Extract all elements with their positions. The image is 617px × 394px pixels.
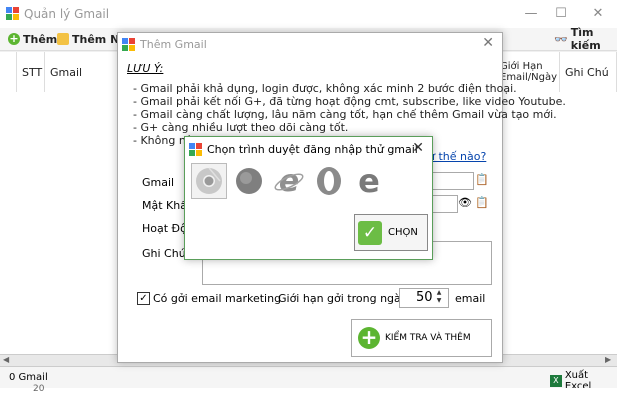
note-line-3: - Gmail càng chất lượng, lâu năm càng tố…	[133, 108, 557, 121]
note-line-4: - G+ càng nhiều lượt theo dõi càng tốt.	[133, 121, 349, 134]
check-and-add-button[interactable]: + KIỂM TRA VÀ THÊM	[351, 319, 492, 357]
edge-icon: e	[274, 164, 304, 199]
dialog-title: Thêm Gmail	[140, 38, 207, 51]
gmail-count: 0 Gmail	[9, 372, 48, 383]
scroll-left-icon[interactable]: ◀	[3, 355, 9, 364]
row-hint: 20	[33, 384, 45, 394]
app-logo-icon	[6, 7, 19, 20]
column-header-stt[interactable]: STT	[17, 52, 45, 92]
column-header-note[interactable]: Ghi Chú	[560, 52, 617, 92]
window-title: Quản lý Gmail	[24, 7, 110, 21]
bottom-strip: 20	[0, 384, 617, 394]
chrome-icon	[196, 167, 222, 194]
checkmark-icon: ✓	[358, 220, 382, 245]
opera-icon	[317, 167, 341, 195]
note-heading: LƯU Ý:	[127, 62, 164, 75]
note-line-2: - Gmail phải kết nối G+, đã từng hoạt độ…	[133, 95, 566, 108]
dialog-close-icon[interactable]: ✕	[482, 35, 494, 51]
dialog-logo-icon	[122, 38, 135, 51]
daily-limit-label: Giới hạn gởi trong ngày	[278, 292, 408, 305]
daily-limit-unit: email	[455, 292, 486, 305]
svg-text:e: e	[358, 165, 380, 197]
plus-icon: +	[8, 32, 20, 45]
paste-password-icon[interactable]: 📋	[475, 196, 489, 209]
gmail-label: Gmail	[142, 176, 175, 189]
firefox-icon	[236, 168, 262, 194]
check-and-add-label: KIỂM TRA VÀ THÊM	[385, 333, 471, 343]
browser-option-opera[interactable]	[313, 165, 345, 197]
choose-button-label: CHỌN	[388, 227, 418, 238]
search-button[interactable]: 👓 Tìm kiếm	[554, 26, 617, 52]
browser-option-edge[interactable]: e	[273, 164, 305, 199]
plus-circle-icon: +	[358, 327, 380, 349]
add-button[interactable]: + Thêm	[8, 31, 57, 47]
browser-chooser-dialog: Chọn trình duyệt đăng nhập thử gmail ✕ e…	[184, 136, 433, 260]
close-button[interactable]: ✕	[583, 4, 613, 24]
main-titlebar: Quản lý Gmail — ☐ ✕	[0, 0, 617, 29]
paste-icon[interactable]: 📋	[475, 173, 489, 186]
status-bar: 0 Gmail X Xuất Excel	[0, 366, 617, 392]
show-password-eye-icon[interactable]: 👁	[458, 196, 472, 209]
row-header-corner	[0, 52, 17, 92]
howto-link[interactable]: ư thế nào?	[428, 150, 486, 163]
password-label: Mật Khẩ	[142, 199, 187, 212]
browser-option-ie[interactable]: e	[353, 162, 385, 200]
browser-option-chrome[interactable]	[191, 163, 227, 199]
note-line-1: - Gmail phải khả dụng, login được, không…	[133, 82, 517, 95]
marketing-checkbox-label: Có gởi email marketing	[153, 292, 282, 305]
stepper-arrows-icon[interactable]: ▲ ▼	[431, 289, 447, 307]
chooser-logo-icon	[189, 143, 202, 156]
choose-button[interactable]: ✓ CHỌN	[354, 214, 428, 251]
minimize-button[interactable]: —	[516, 4, 546, 24]
maximize-button[interactable]: ☐	[546, 4, 576, 24]
ie-icon: e	[358, 162, 380, 200]
chooser-title: Chọn trình duyệt đăng nhập thử gmail	[207, 143, 418, 156]
browser-option-firefox[interactable]	[233, 165, 265, 197]
add-button-label: Thêm	[23, 32, 58, 46]
binoculars-icon: 👓	[554, 32, 568, 46]
excel-icon: X	[550, 375, 562, 387]
marketing-checkbox[interactable]: ✓	[137, 292, 150, 305]
add-multiple-icon	[57, 33, 69, 45]
search-button-label: Tìm kiếm	[570, 26, 601, 52]
chooser-close-icon[interactable]: ✕	[412, 140, 424, 156]
note-label: Ghi Chú	[142, 247, 186, 260]
scroll-right-icon[interactable]: ▶	[605, 355, 611, 364]
